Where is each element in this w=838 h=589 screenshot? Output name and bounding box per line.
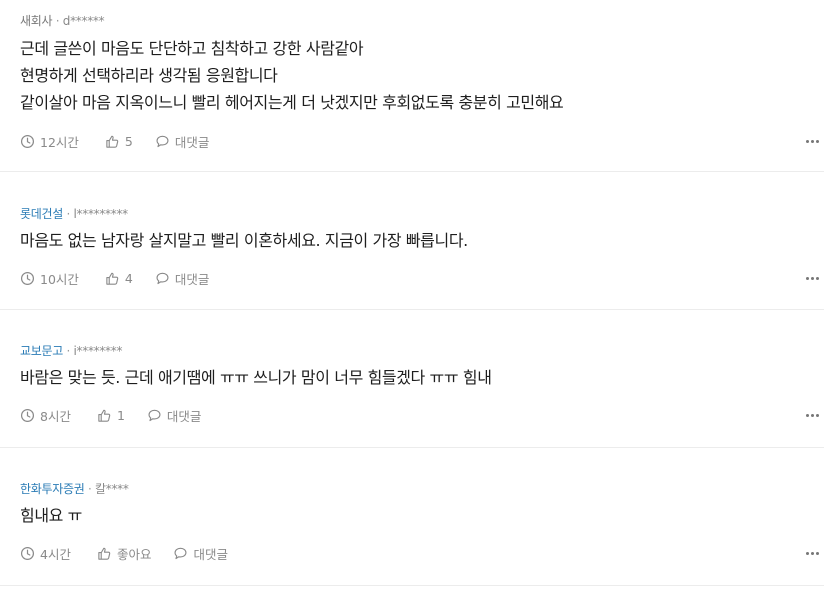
user-name: d****** — [62, 14, 105, 28]
like-button[interactable]: 5 — [105, 134, 133, 149]
comment-body: 마음도 없는 남자랑 살지말고 빨리 이혼하세요. 지금이 가장 빠릅니다. — [20, 227, 468, 254]
time-stamp: 4시간 — [20, 544, 71, 563]
clock-icon — [20, 271, 35, 286]
time-label: 12시간 — [40, 135, 79, 150]
company-name[interactable]: 교보문고 — [20, 344, 63, 358]
like-button[interactable]: 1 — [97, 408, 125, 423]
thumbs-up-icon — [106, 135, 119, 148]
meta-separator: · — [66, 344, 74, 358]
speech-bubble-icon — [156, 135, 169, 148]
reply-label: 대댓글 — [166, 409, 202, 424]
clock-icon — [20, 408, 35, 423]
more-options-button[interactable] — [800, 133, 824, 149]
comment-item: 롯데건설 · l********* 마음도 없는 남자랑 살지말고 빨리 이혼하… — [0, 172, 824, 310]
user-name: 칼**** — [95, 482, 129, 496]
comment-body: 바람은 맞는 듯. 근데 애기땜에 ㅠㅠ 쓰니가 맘이 너무 힘들겠다 ㅠㅠ 힘… — [20, 364, 492, 391]
company-name[interactable]: 새회사 — [20, 14, 53, 28]
comment-actions: 12시간 5 대댓글 — [20, 132, 209, 151]
like-count: 좋아요 — [116, 547, 152, 562]
more-dots-icon — [805, 413, 820, 417]
comment-meta: 한화투자증권 · 칼**** — [20, 480, 129, 497]
time-stamp: 12시간 — [20, 132, 79, 151]
more-options-button[interactable] — [800, 545, 824, 561]
time-label: 10시간 — [40, 272, 79, 287]
reply-button[interactable]: 대댓글 — [155, 269, 210, 288]
comment-actions: 4시간 좋아요 대댓글 — [20, 544, 228, 563]
comment-item: 한화투자증권 · 칼**** 힘내요 ㅠ 4시간 좋아요 대댓글 — [0, 448, 824, 586]
comment-line: 바람은 맞는 듯. 근데 애기땜에 ㅠㅠ 쓰니가 맘이 너무 힘들겠다 ㅠㅠ 힘… — [20, 368, 492, 387]
thumbs-up-icon — [98, 409, 111, 422]
clock-icon — [20, 134, 35, 149]
comment-line: 마음도 없는 남자랑 살지말고 빨리 이혼하세요. 지금이 가장 빠릅니다. — [20, 231, 468, 250]
clock-icon — [20, 546, 35, 561]
comment-line: 힘내요 ㅠ — [20, 506, 82, 525]
time-stamp: 8시간 — [20, 406, 71, 425]
more-options-button[interactable] — [800, 407, 824, 423]
reply-button[interactable]: 대댓글 — [147, 406, 202, 425]
company-name[interactable]: 한화투자증권 — [20, 482, 85, 496]
more-dots-icon — [805, 276, 820, 280]
time-label: 4시간 — [40, 547, 71, 562]
like-count: 1 — [116, 408, 125, 423]
meta-separator: · — [55, 14, 63, 28]
more-options-button[interactable] — [800, 270, 824, 286]
reply-label: 대댓글 — [174, 272, 210, 287]
user-name: i******** — [73, 344, 123, 358]
like-button[interactable]: 4 — [105, 271, 133, 286]
time-label: 8시간 — [40, 409, 71, 424]
comment-meta: 롯데건설 · l********* — [20, 205, 128, 222]
thumbs-up-icon — [106, 272, 119, 285]
more-dots-icon — [805, 551, 820, 555]
comment-line: 현명하게 선택하리라 생각됨 응원합니다 — [20, 66, 278, 85]
like-button[interactable]: 좋아요 — [97, 544, 152, 563]
reply-button[interactable]: 대댓글 — [173, 544, 228, 563]
comment-meta: 교보문고 · i******** — [20, 342, 122, 359]
comment-meta: 새회사 · d****** — [20, 12, 105, 29]
reply-button[interactable]: 대댓글 — [155, 132, 210, 151]
comment-line: 근데 글쓴이 마음도 단단하고 침착하고 강한 사람같아 — [20, 39, 364, 58]
meta-separator: · — [87, 482, 95, 496]
reply-label: 대댓글 — [193, 547, 228, 562]
time-stamp: 10시간 — [20, 269, 79, 288]
comment-actions: 10시간 4 대댓글 — [20, 269, 209, 288]
meta-separator: · — [66, 207, 74, 221]
comment-item: 교보문고 · i******** 바람은 맞는 듯. 근데 애기땜에 ㅠㅠ 쓰니… — [0, 310, 824, 448]
comment-actions: 8시간 1 대댓글 — [20, 406, 201, 425]
speech-bubble-icon — [148, 409, 161, 422]
like-count: 5 — [124, 134, 133, 149]
thumbs-up-icon — [98, 547, 111, 560]
speech-bubble-icon — [174, 547, 187, 560]
comment-line: 같이살아 마음 지옥이느니 빨리 헤어지는게 더 낫겠지만 후회없도록 충분히 … — [20, 93, 564, 112]
user-name: l********* — [73, 207, 129, 221]
more-dots-icon — [805, 139, 820, 143]
like-count: 4 — [124, 271, 133, 286]
comment-list: 새회사 · d****** 근데 글쓴이 마음도 단단하고 침착하고 강한 사람… — [0, 0, 824, 586]
comment-item: 새회사 · d****** 근데 글쓴이 마음도 단단하고 침착하고 강한 사람… — [0, 0, 824, 172]
speech-bubble-icon — [156, 272, 169, 285]
reply-label: 대댓글 — [174, 135, 210, 150]
comment-body: 근데 글쓴이 마음도 단단하고 침착하고 강한 사람같아 현명하게 선택하리라 … — [20, 35, 564, 116]
company-name[interactable]: 롯데건설 — [20, 207, 63, 221]
comment-body: 힘내요 ㅠ — [20, 502, 82, 529]
